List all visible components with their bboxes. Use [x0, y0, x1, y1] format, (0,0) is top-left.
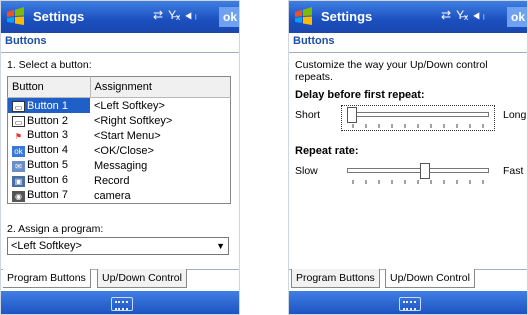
button-cell[interactable]: ▭ Button 2: [8, 113, 91, 128]
rate-max-label: Fast: [503, 165, 524, 177]
assignment-cell[interactable]: Record: [90, 173, 231, 188]
assignment-cell[interactable]: <Start Menu>: [90, 128, 231, 143]
delay-slider-track[interactable]: [347, 112, 489, 117]
ok-icon: ok: [12, 146, 25, 157]
column-header-assignment[interactable]: Assignment: [90, 76, 231, 98]
heading-divider: [289, 52, 527, 53]
tab-program-buttons[interactable]: Program Buttons: [3, 269, 91, 288]
delay-min-label: Short: [295, 109, 321, 121]
status-icons: ⇄ Y̶ₓ ◀ᛧ: [441, 8, 487, 22]
program-dropdown[interactable]: <Left Softkey> ▼: [7, 237, 229, 255]
rate-slider-thumb[interactable]: [419, 163, 430, 179]
camera-icon: ◉: [12, 191, 25, 202]
select-button-label: 1. Select a button:: [7, 59, 92, 71]
status-icons: ⇄ Y̶ₓ ◀ᛧ: [153, 8, 199, 22]
button-name: Button 6: [27, 174, 68, 186]
button-cell[interactable]: ◉ Button 7: [8, 188, 91, 204]
button-name: Button 4: [27, 144, 68, 156]
messaging-icon: ✉: [12, 161, 25, 172]
rate-slider-ticks: [352, 180, 484, 184]
start-flag-icon: ⚑: [14, 132, 23, 141]
start-menu-icon[interactable]: [293, 6, 315, 28]
button-name: Button 3: [27, 129, 68, 141]
title-bar: Settings ⇄ Y̶ₓ ◀ᛧ ok: [1, 1, 239, 33]
softkey-right-icon: ▭: [12, 115, 25, 127]
table-row[interactable]: ✉ Button 5 Messaging: [8, 158, 231, 173]
rate-label: Repeat rate:: [295, 145, 359, 157]
table-row[interactable]: ⚑ Button 3 <Start Menu>: [8, 128, 231, 143]
button-cell[interactable]: ▣ Button 6: [8, 173, 91, 188]
signal-icon[interactable]: Y̶ₓ: [456, 8, 468, 22]
ok-button[interactable]: ok: [507, 7, 527, 27]
button-cell[interactable]: ok Button 4: [8, 143, 91, 158]
button-name: Button 5: [27, 159, 68, 171]
button-cell[interactable]: ▭ Button 1: [7, 97, 90, 113]
assignment-cell[interactable]: <Right Softkey>: [90, 113, 231, 128]
program-buttons-screen: Settings ⇄ Y̶ₓ ◀ᛧ ok Buttons 1. Select a…: [0, 0, 240, 315]
keyboard-icon[interactable]: [399, 297, 421, 311]
volume-icon[interactable]: ◀ᛧ: [185, 8, 199, 22]
menu-bar: [1, 291, 239, 314]
delay-slider-thumb[interactable]: [347, 107, 357, 123]
softkey-left-icon: ▭: [12, 100, 25, 112]
title-bar: Settings ⇄ Y̶ₓ ◀ᛧ ok: [289, 1, 527, 33]
table-row[interactable]: ▭ Button 1 <Left Softkey>: [7, 97, 231, 114]
ok-button[interactable]: ok: [219, 7, 239, 27]
signal-icon[interactable]: Y̶ₓ: [168, 8, 180, 22]
app-title: Settings: [321, 9, 373, 24]
button-name: Button 2: [27, 114, 68, 127]
table-row[interactable]: ◉ Button 7 camera: [8, 188, 231, 204]
description-text: Customize the way your Up/Down control r…: [295, 59, 488, 83]
assign-program-label: 2. Assign a program:: [7, 223, 104, 235]
delay-label: Delay before first repeat:: [295, 89, 425, 101]
button-name: Button 1: [27, 99, 68, 112]
column-header-button[interactable]: Button: [7, 76, 91, 98]
program-dropdown-value: <Left Softkey>: [11, 240, 82, 252]
rate-slider-track[interactable]: [347, 168, 489, 173]
tab-strip: Program Buttons Up/Down Control: [289, 269, 527, 292]
menu-bar: [289, 291, 527, 314]
up-down-control-screen: Settings ⇄ Y̶ₓ ◀ᛧ ok Buttons Customize t…: [288, 0, 528, 315]
tab-up-down-control[interactable]: Up/Down Control: [97, 269, 187, 288]
delay-slider-ticks: [352, 124, 484, 128]
assignment-cell[interactable]: camera: [90, 188, 231, 204]
tab-program-buttons[interactable]: Program Buttons: [291, 269, 380, 288]
rate-min-label: Slow: [295, 165, 318, 177]
assignment-cell[interactable]: <Left Softkey>: [90, 98, 231, 114]
tab-up-down-control[interactable]: Up/Down Control: [385, 269, 475, 288]
table-row[interactable]: ▣ Button 6 Record: [8, 173, 231, 188]
page-heading: Buttons: [293, 35, 335, 47]
record-icon: ▣: [12, 176, 25, 187]
keyboard-icon[interactable]: [111, 297, 133, 311]
page-heading: Buttons: [5, 35, 47, 47]
start-menu-icon[interactable]: [5, 6, 27, 28]
heading-divider: [1, 52, 239, 53]
volume-icon[interactable]: ◀ᛧ: [473, 8, 487, 22]
app-title: Settings: [33, 9, 85, 24]
connectivity-icon[interactable]: ⇄: [441, 8, 451, 22]
delay-max-label: Long: [503, 109, 527, 121]
table-row[interactable]: ▭ Button 2 <Right Softkey>: [8, 113, 231, 128]
table-row[interactable]: ok Button 4 <OK/Close>: [8, 143, 231, 158]
button-name: Button 7: [27, 189, 68, 201]
dropdown-arrow-icon[interactable]: ▼: [216, 238, 225, 254]
button-assignment-table: Button Assignment ▭ Button 1 <Left Softkey…: [7, 76, 231, 204]
button-cell[interactable]: ✉ Button 5: [8, 158, 91, 173]
button-cell[interactable]: ⚑ Button 3: [8, 128, 91, 143]
assignment-cell[interactable]: <OK/Close>: [90, 143, 231, 158]
tab-strip: Program Buttons Up/Down Control: [1, 269, 239, 292]
assignment-cell[interactable]: Messaging: [90, 158, 231, 173]
connectivity-icon[interactable]: ⇄: [153, 8, 163, 22]
